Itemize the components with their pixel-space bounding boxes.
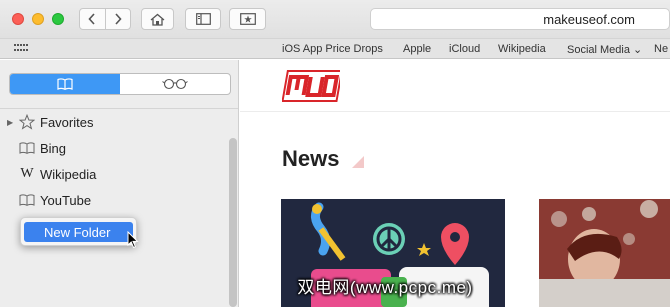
watermark-text: 双电网(www.pcpc.me) (297, 278, 473, 297)
muo-logo[interactable] (282, 70, 340, 102)
minimize-window-button[interactable] (32, 13, 44, 25)
sidebar-item-wikipedia[interactable]: W Wikipedia (0, 163, 238, 185)
bookmarks-tab[interactable] (10, 74, 120, 94)
star-tab-icon (239, 13, 256, 25)
book-icon (19, 192, 35, 208)
address-bar[interactable]: makeuseof.com (370, 8, 670, 30)
favorite-wikipedia[interactable]: Wikipedia (498, 43, 546, 55)
toolbar: makeuseof.com (0, 0, 670, 38)
address-url: makeuseof.com (543, 11, 635, 27)
sidebar-item-favorites[interactable]: ▶ Favorites (0, 111, 238, 133)
sidebar-item-label: YouTube (40, 192, 92, 208)
mouse-pointer-icon (127, 231, 139, 249)
sidebar-item-bing[interactable]: Bing (0, 137, 238, 159)
close-window-button[interactable] (12, 13, 24, 25)
favorite-apple[interactable]: Apple (403, 43, 431, 55)
context-menu: New Folder (20, 217, 137, 246)
favorite-icloud[interactable]: iCloud (449, 43, 480, 55)
header-divider (240, 111, 670, 112)
sidebar-divider (0, 108, 238, 109)
section-title-accent (352, 156, 364, 168)
book-icon (57, 78, 73, 90)
back-button[interactable] (80, 9, 105, 29)
book-icon (19, 140, 35, 156)
sidebar-icon (195, 13, 211, 25)
favorite-more[interactable]: Ne (654, 43, 668, 55)
sidebar-item-label: Favorites (40, 114, 94, 130)
section-title: News (282, 146, 340, 171)
home-icon (150, 13, 165, 26)
wikipedia-w-icon: W (20, 166, 34, 181)
sidebar-segmented-control (9, 73, 231, 95)
star-icon (19, 114, 35, 130)
bookmarks-sidebar: ▶ Favorites Bing W Wikipedia YouTube (0, 60, 239, 307)
back-forward-group (79, 8, 131, 30)
reading-list-tab[interactable] (120, 74, 230, 94)
forward-button[interactable] (104, 9, 130, 29)
zoom-window-button[interactable] (52, 13, 64, 25)
top-sites-button[interactable] (229, 8, 266, 30)
sidebar-item-label: Bing (40, 140, 67, 156)
disclosure-triangle-icon[interactable]: ▶ (7, 118, 13, 127)
favorite-social-media-folder[interactable]: Social Media ⌄ (567, 43, 642, 56)
top-sites-grid-icon[interactable] (14, 44, 28, 53)
show-sidebar-button[interactable] (185, 8, 221, 30)
favorites-bar: iOS App Price Drops Apple iCloud Wikiped… (0, 38, 670, 59)
new-folder-menu-item[interactable]: New Folder (24, 222, 133, 242)
home-button[interactable] (141, 8, 174, 30)
safari-window: makeuseof.com iOS App Price Drops Apple … (0, 0, 670, 307)
chevron-right-icon (115, 13, 122, 25)
chevron-left-icon (88, 13, 96, 25)
sidebar-item-youtube[interactable]: YouTube (0, 189, 238, 211)
favorite-ios-app-price-drops[interactable]: iOS App Price Drops (282, 43, 383, 55)
sidebar-item-label: Wikipedia (40, 166, 97, 182)
glasses-icon (162, 78, 188, 90)
web-content: News (240, 60, 670, 307)
